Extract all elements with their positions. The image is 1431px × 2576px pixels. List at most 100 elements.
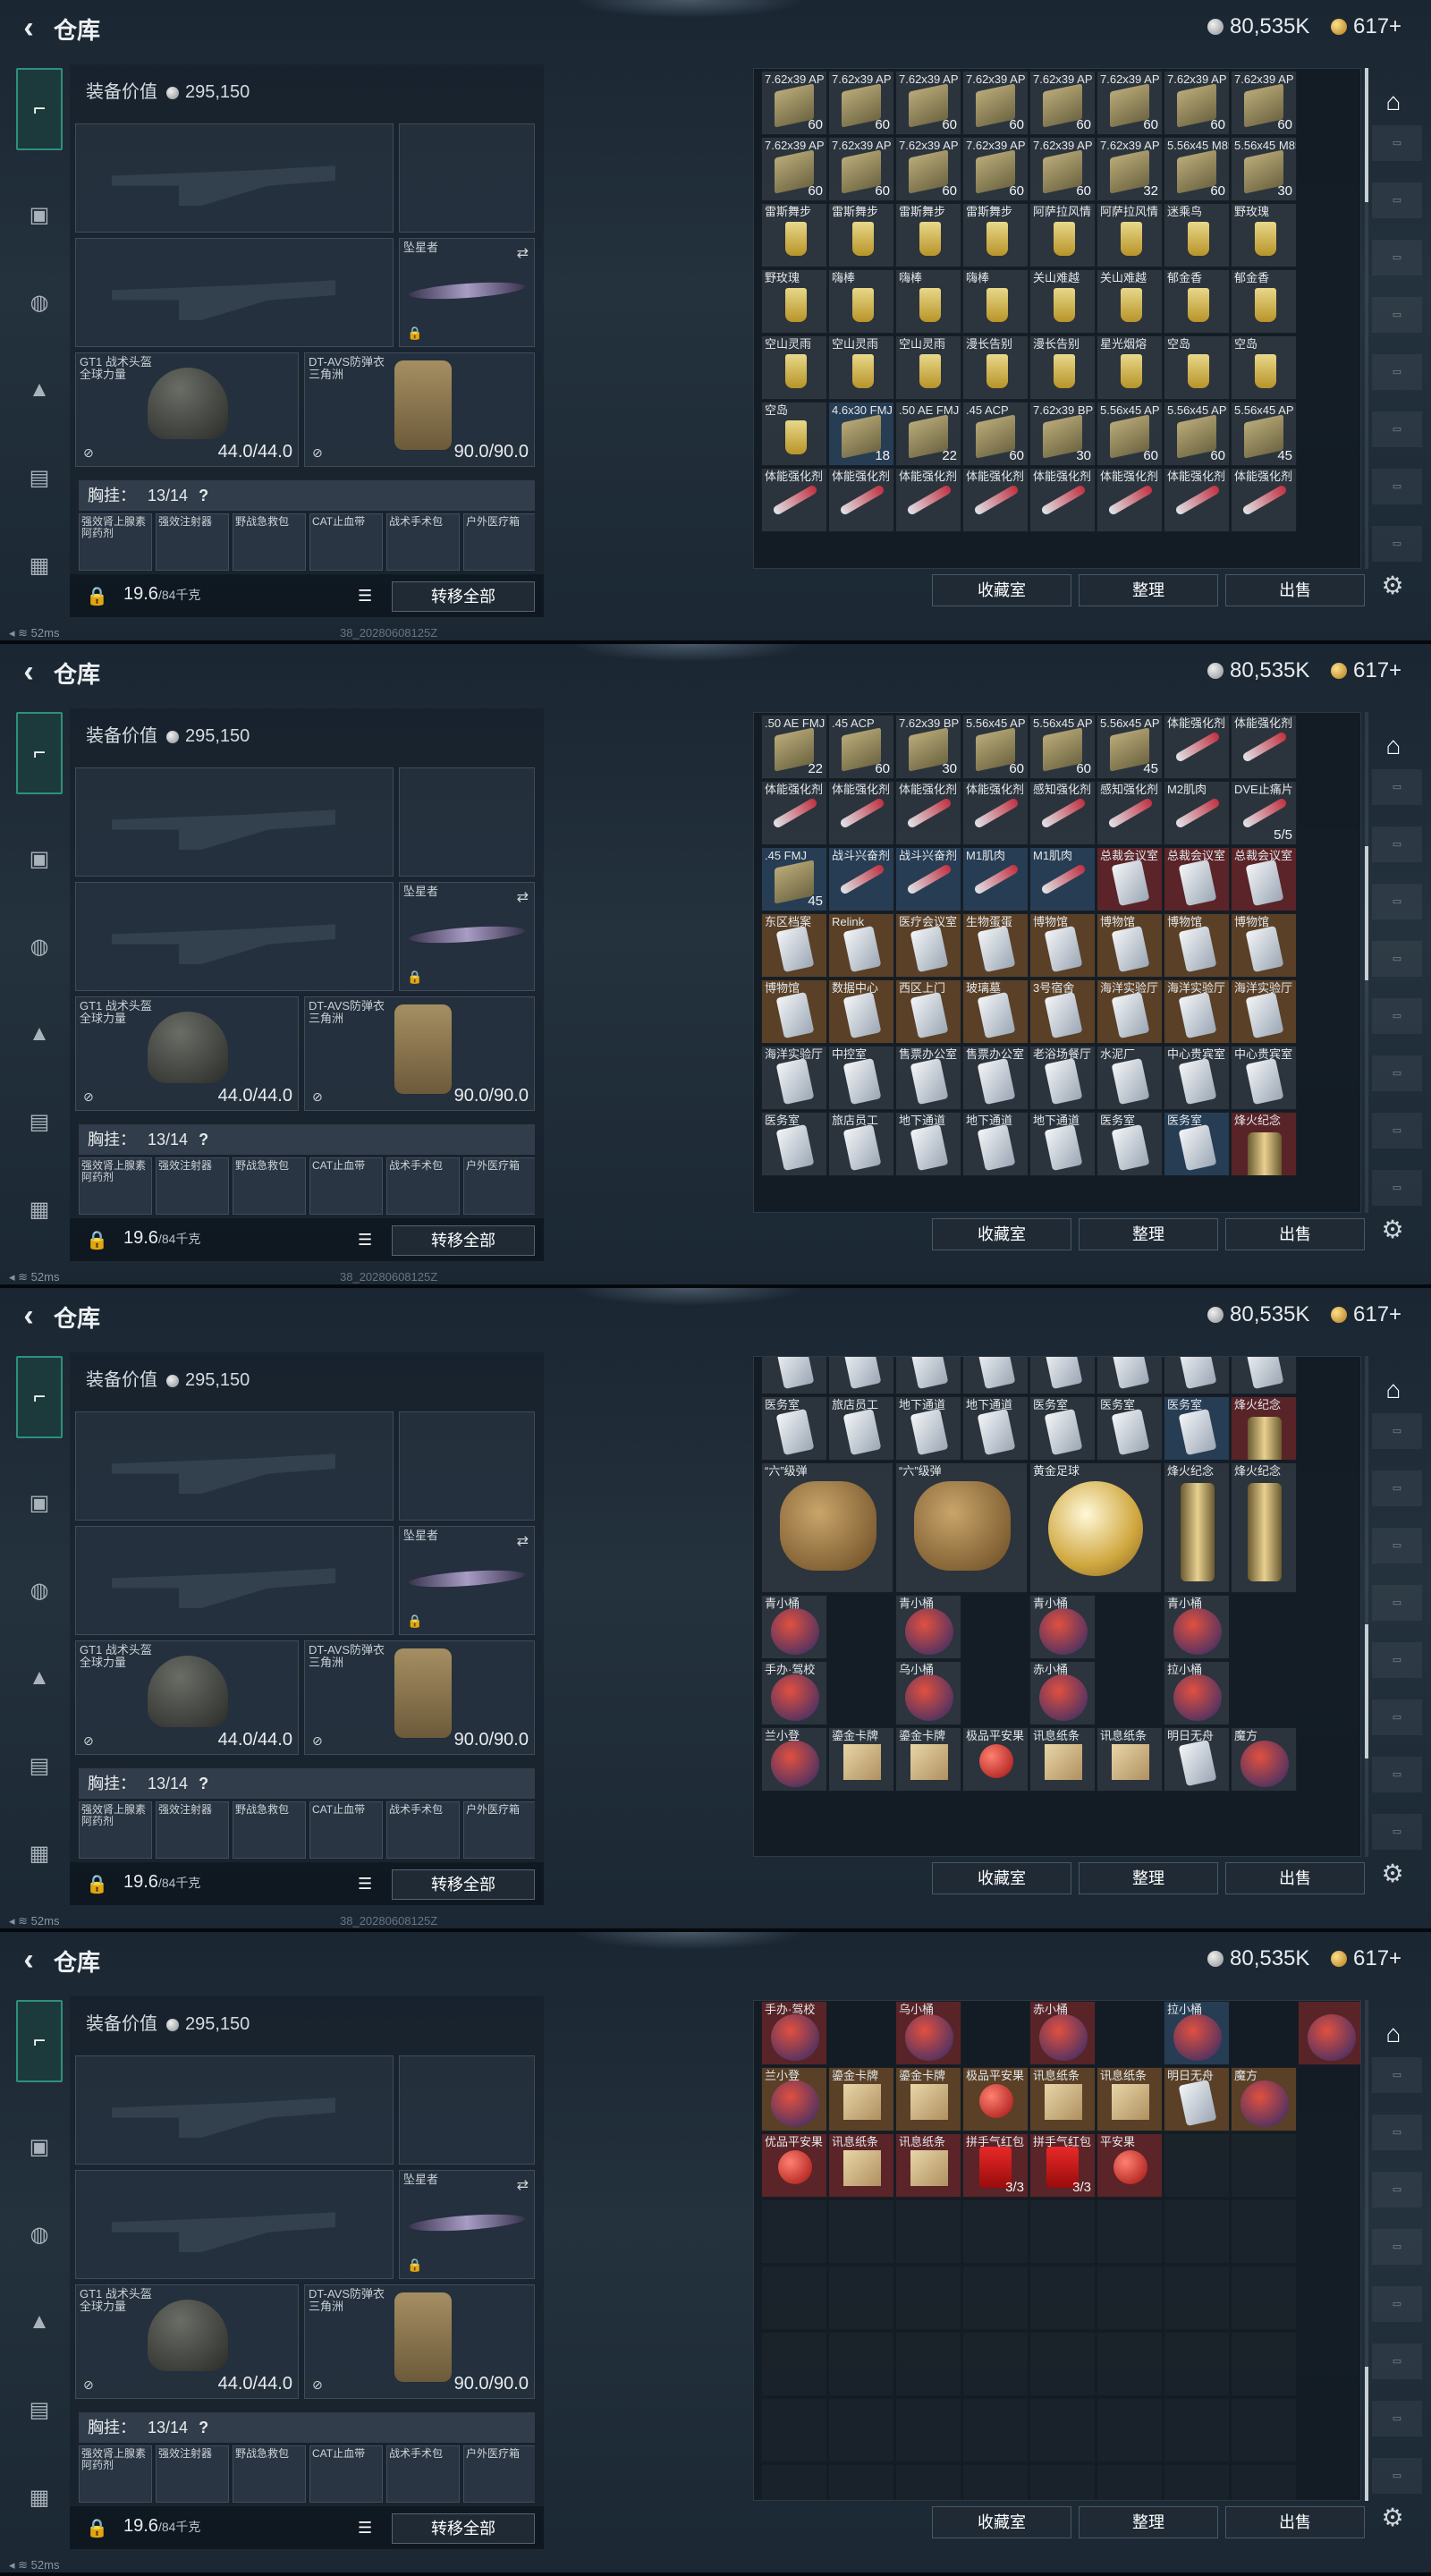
stash-tab[interactable]: ▭: [1372, 1470, 1422, 1506]
primary-weapon-slot[interactable]: [75, 123, 394, 233]
stash-item[interactable]: 体能强化剂: [1029, 468, 1096, 532]
empty-slot[interactable]: [828, 2464, 894, 2500]
sidebar-case-icon[interactable]: ▤: [16, 1098, 63, 1145]
stash-item[interactable]: 感知强化剂: [1029, 781, 1096, 845]
stash-tab[interactable]: ▭: [1372, 182, 1422, 218]
empty-slot[interactable]: [828, 2199, 894, 2264]
stash-item[interactable]: 青小桶: [1029, 1595, 1096, 1659]
stash-item[interactable]: 讯息纸条: [828, 2133, 894, 2198]
stash-tab[interactable]: ▭: [1372, 1814, 1422, 1850]
stash-item[interactable]: 中控室: [828, 1357, 894, 1394]
stash-item[interactable]: 漫长告别: [962, 335, 1029, 400]
rig-item[interactable]: CAT止血带: [309, 513, 383, 571]
stash-item[interactable]: 阿萨拉风情: [1097, 203, 1163, 267]
sidebar-backpack-icon[interactable]: ▲: [16, 2299, 63, 2345]
stash-item[interactable]: DVE止痛片 5/5: [1231, 781, 1297, 845]
empty-slot[interactable]: [1164, 2133, 1230, 2198]
stash-tab[interactable]: ▭: [1372, 2286, 1422, 2322]
helmet-slot[interactable]: GT1 战术头盔 全球力量 44.0/44.0 ⊘: [75, 2284, 299, 2399]
lock-icon[interactable]: 🔒: [86, 2517, 108, 2539]
stash-tab[interactable]: ▭: [1372, 2401, 1422, 2436]
stash-item[interactable]: 讯息纸条: [1029, 2067, 1096, 2131]
scroll-thumb[interactable]: [1365, 2367, 1368, 2501]
stash-item[interactable]: 海洋实验厅: [761, 1357, 827, 1394]
helmet-slot[interactable]: GT1 战术头盔 全球力量 44.0/44.0 ⊘: [75, 996, 299, 1111]
stash-tab[interactable]: ▭: [1372, 411, 1422, 447]
stash-item[interactable]: 兰小登: [761, 1727, 827, 1792]
stash-item[interactable]: 7.62x39 AP 60: [1029, 71, 1096, 135]
stash-tab[interactable]: ▭: [1372, 1413, 1422, 1449]
stash-item[interactable]: 海洋实验厅: [1097, 979, 1163, 1044]
swap-icon[interactable]: ⇄: [517, 244, 529, 262]
stash-item[interactable]: 空岛: [1164, 335, 1230, 400]
stash-item[interactable]: 生物蛋蛋: [962, 913, 1029, 978]
stash-item[interactable]: 售票办公室: [895, 1046, 961, 1110]
stash-item[interactable]: 旅店员工: [828, 1112, 894, 1176]
stash-item[interactable]: 嗨棒: [962, 269, 1029, 334]
swap-icon[interactable]: ⇄: [517, 888, 529, 906]
stash-item[interactable]: 感知强化剂: [1097, 781, 1163, 845]
sidebar-backpack-icon[interactable]: ▲: [16, 1655, 63, 1701]
storage-scrollbar[interactable]: [1365, 68, 1368, 569]
stash-item[interactable]: 7.62x39 AP 60: [761, 137, 827, 201]
stash-item[interactable]: 博物馆: [1164, 913, 1230, 978]
stash-item[interactable]: 7.62x39 AP 60: [1097, 71, 1163, 135]
empty-slot[interactable]: [962, 2332, 1029, 2396]
sidebar-briefcase-icon[interactable]: ▦: [16, 1186, 63, 1233]
sell-button[interactable]: 出售: [1225, 574, 1365, 606]
stash-item[interactable]: 烽火纪念: [1231, 1112, 1297, 1176]
stash-tab[interactable]: ▭: [1372, 1642, 1422, 1678]
stash-item[interactable]: 明日无舟: [1164, 1727, 1230, 1792]
stash-tab[interactable]: ▭: [1372, 826, 1422, 862]
collection-room-button[interactable]: 收藏室: [932, 2506, 1071, 2538]
stash-item[interactable]: 青小桶: [761, 1595, 827, 1659]
stash-item[interactable]: 3号宿舍: [1029, 979, 1096, 1044]
stash-item[interactable]: 东区档案: [761, 913, 827, 978]
stash-item[interactable]: 讯息纸条: [1097, 2067, 1163, 2131]
empty-slot[interactable]: [828, 2266, 894, 2330]
rig-item[interactable]: 户外医疗箱: [463, 1157, 535, 1215]
gold-currency[interactable]: 617+: [1331, 1946, 1401, 1971]
lock-icon[interactable]: 🔒: [86, 1229, 108, 1251]
stash-tab[interactable]: ▭: [1372, 240, 1422, 275]
stash-item[interactable]: 野玫瑰: [761, 269, 827, 334]
empty-slot[interactable]: [1097, 2464, 1163, 2500]
stash-item[interactable]: 嗨棒: [828, 269, 894, 334]
rig-item[interactable]: 强效肾上腺素 阿药剂: [79, 513, 152, 571]
stash-tab[interactable]: ▭: [1372, 2057, 1422, 2093]
collection-room-button[interactable]: 收藏室: [932, 574, 1071, 606]
helmet-slot[interactable]: GT1 战术头盔 全球力量 44.0/44.0 ⊘: [75, 352, 299, 467]
stash-item[interactable]: Relink: [828, 913, 894, 978]
stash-item[interactable]: 明日无舟: [1164, 2067, 1230, 2131]
empty-slot[interactable]: [895, 2398, 961, 2462]
stash-item[interactable]: 西区上门: [895, 979, 961, 1044]
empty-slot[interactable]: [828, 2398, 894, 2462]
empty-slot[interactable]: [1097, 2266, 1163, 2330]
empty-slot[interactable]: [761, 2199, 827, 2264]
empty-slot[interactable]: [761, 2398, 827, 2462]
stash-item[interactable]: 空岛: [761, 402, 827, 466]
empty-slot[interactable]: [1231, 2398, 1297, 2462]
rig-item[interactable]: CAT止血带: [309, 1801, 383, 1859]
sidebar-briefcase-icon[interactable]: ▦: [16, 2474, 63, 2521]
stash-item[interactable]: 博物馆: [1029, 913, 1096, 978]
pistol-slot[interactable]: [399, 1411, 535, 1521]
stash-item[interactable]: 旅店员工: [828, 1396, 894, 1461]
stash-item[interactable]: 漫长告别: [1029, 335, 1096, 400]
stash-item[interactable]: 总裁会议室: [1231, 847, 1297, 911]
stash-tab[interactable]: ▭: [1372, 2229, 1422, 2265]
settings-gear-icon[interactable]: ⚙: [1377, 571, 1408, 601]
swap-icon[interactable]: ⇄: [517, 1532, 529, 1550]
rig-item[interactable]: 战术手术包: [386, 1157, 460, 1215]
melee-slot[interactable]: 坠星者 🔒 ⇄: [399, 238, 535, 347]
storage-scrollbar[interactable]: [1365, 1356, 1368, 1857]
sidebar-armor-icon[interactable]: ▣: [16, 2123, 63, 2170]
list-icon[interactable]: ☰: [358, 587, 372, 606]
swap-icon[interactable]: ⇄: [517, 2176, 529, 2194]
stash-item[interactable]: 关山难越: [1097, 269, 1163, 334]
stash-item[interactable]: 地下通道: [962, 1396, 1029, 1461]
chest-rig-header[interactable]: 胸挂： 13/14?: [79, 2412, 535, 2443]
stash-item[interactable]: 老浴场餐厅: [1029, 1357, 1096, 1394]
stash-item[interactable]: 战斗兴奋剂: [895, 847, 961, 911]
stash-item[interactable]: .45 ACP 60: [962, 402, 1029, 466]
